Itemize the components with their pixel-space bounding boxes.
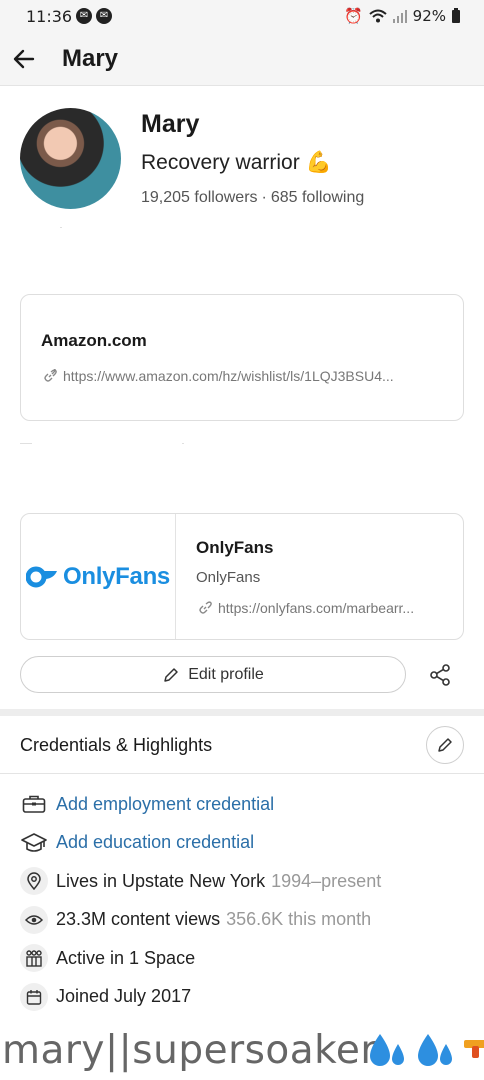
section-divider <box>0 709 484 716</box>
briefcase-icon <box>20 790 48 818</box>
profile-name: Mary <box>141 110 200 138</box>
water-drop-icon <box>370 1034 404 1066</box>
eye-icon <box>20 905 48 934</box>
following-count[interactable]: 685 following <box>271 189 364 206</box>
status-time: 11:36 <box>26 6 73 26</box>
credentials-list: Add employment credential Add education … <box>20 785 470 1016</box>
onlyfans-logo: OnlyFans <box>21 514 176 639</box>
back-arrow-icon <box>13 49 35 68</box>
spaces-credential[interactable]: Active in 1 Space <box>20 939 470 978</box>
graduation-cap-icon <box>20 829 48 857</box>
alarm-icon: ⏰ <box>343 7 363 25</box>
spaces-icon <box>20 944 48 973</box>
link-title: Amazon.com <box>41 331 147 350</box>
messenger-notification-icon: ✉ <box>76 8 93 24</box>
avatar[interactable] <box>20 108 121 209</box>
back-button[interactable] <box>4 39 44 79</box>
water-drops-decoration <box>366 1030 484 1070</box>
faint-mark <box>60 227 62 228</box>
battery-icon <box>452 7 460 23</box>
link-icon <box>199 601 212 614</box>
share-icon <box>430 663 450 686</box>
followers-count[interactable]: 19,205 followers <box>141 189 258 206</box>
battery-level: 92% <box>412 7 446 25</box>
profile-stats: 19,205 followers · 685 following <box>141 189 365 206</box>
link-title: OnlyFans <box>196 538 274 557</box>
add-education-credential[interactable]: Add education credential <box>20 824 470 863</box>
link-url: https://onlyfans.com/marbearr... <box>198 600 448 616</box>
page-title: Mary <box>62 44 119 72</box>
faint-mark <box>20 443 32 444</box>
link-card-onlyfans[interactable]: OnlyFans OnlyFans OnlyFans https://onlyf… <box>20 513 464 640</box>
profile-bio: Recovery warrior 💪 <box>141 151 332 174</box>
content-views-credential: 23.3M content views 356.6K this month <box>20 901 470 940</box>
share-button[interactable] <box>422 656 458 693</box>
pencil-icon <box>164 667 178 682</box>
link-card-amazon[interactable]: Amazon.com https://www.amazon.com/hz/wis… <box>20 294 464 421</box>
edit-profile-button[interactable]: Edit profile <box>20 656 406 693</box>
wifi-icon <box>368 9 387 23</box>
faint-mark <box>182 443 184 444</box>
credentials-header: Credentials & Highlights <box>0 716 484 774</box>
status-bar: 11:36 ✉ ✉ ⏰ 92% <box>0 0 484 32</box>
calendar-icon <box>20 982 48 1011</box>
link-subtitle: OnlyFans <box>196 569 261 586</box>
footer-overlay-text: mary||supersoaker <box>2 1028 377 1073</box>
status-icons: ⏰ 92% <box>344 7 460 25</box>
edit-credentials-button[interactable] <box>426 726 464 764</box>
add-employment-credential[interactable]: Add employment credential <box>20 785 470 824</box>
link-url: https://www.amazon.com/hz/wishlist/ls/1L… <box>43 368 443 384</box>
water-gun-icon <box>464 1040 484 1058</box>
location-credential: Lives in Upstate New York 1994–present <box>20 862 470 901</box>
credentials-title: Credentials & Highlights <box>20 735 213 755</box>
link-icon <box>44 369 57 382</box>
pencil-icon <box>438 738 452 752</box>
onlyfans-logo-icon <box>26 566 58 587</box>
joined-credential: Joined July 2017 <box>20 978 470 1017</box>
onlyfans-info: OnlyFans OnlyFans https://onlyfans.com/m… <box>176 514 463 639</box>
signal-icon <box>392 9 407 23</box>
location-pin-icon <box>20 867 48 896</box>
app-bar: Mary <box>0 32 484 86</box>
messenger-notification-icon-2: ✉ <box>96 8 113 24</box>
water-drop-icon <box>418 1034 452 1066</box>
